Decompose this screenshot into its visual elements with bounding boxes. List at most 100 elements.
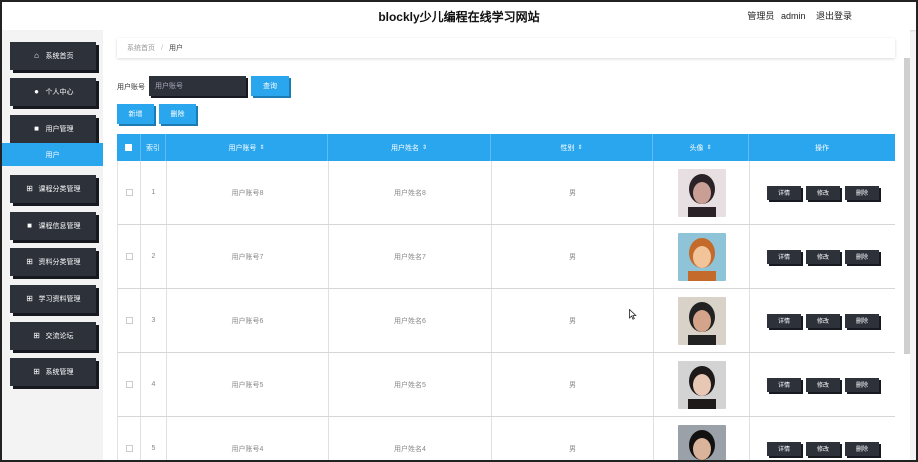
detail-button[interactable]: 详情 [767,377,801,392]
header-name[interactable]: 用户姓名 ⇕ [328,134,491,161]
avatar[interactable] [677,424,726,460]
row-name: 用户姓名7 [329,225,492,288]
row-checkbox[interactable] [125,381,133,388]
row-account-value: 用户账号4 [231,445,264,453]
edit-button[interactable]: 修改 [806,313,840,328]
sort-icon[interactable]: ⇕ [577,144,582,151]
row-checkbox[interactable] [125,253,133,260]
sidebar-item-material-category[interactable]: ⊞ 资料分类管理 [10,248,96,276]
delete-row-button[interactable]: 删除 [845,185,879,200]
row-select-cell[interactable] [118,289,141,352]
detail-button[interactable]: 详情 [767,185,801,200]
search-button[interactable]: 查询 [251,76,289,96]
grid-icon: ⊞ [33,331,40,340]
top-header: blockly少儿编程在线学习网站 管理员 admin 退出登录 [2,2,916,30]
row-account: 用户账号6 [167,289,329,352]
edit-button[interactable]: 修改 [806,377,840,392]
add-button[interactable]: 新增 [117,104,154,124]
row-index-value: 2 [151,253,156,260]
row-gender: 男 [492,353,654,416]
delete-row-button[interactable]: 删除 [845,441,879,456]
row-avatar-cell [654,225,750,288]
edit-button[interactable]: 修改 [806,249,840,264]
sort-icon[interactable]: ⇕ [422,144,427,151]
row-name-value: 用户姓名8 [394,189,426,197]
sidebar-item-label: 系统首页 [45,53,74,60]
row-checkbox[interactable] [125,445,133,452]
row-select-cell[interactable] [118,225,141,288]
sidebar-item-course-info[interactable]: ■ 课程信息管理 [10,212,96,240]
row-checkbox[interactable] [125,317,133,324]
row-checkbox[interactable] [125,189,133,196]
breadcrumb-separator: / [161,44,163,52]
sidebar-subitem-user[interactable]: 用户 [2,143,103,166]
sidebar: ⌂ 系统首页 ● 个人中心 ■ 用户管理 用户 ⊞ 课程分类管理 ■ 课程信息管… [2,30,103,460]
delete-button[interactable]: 删除 [159,104,196,124]
header-select-all[interactable] [117,134,141,161]
table-row: 5 用户账号4 用户姓名4 男 详情 修改 删除 [117,417,895,460]
sidebar-item-users[interactable]: ■ 用户管理 [10,115,96,143]
scrollbar[interactable] [904,58,910,354]
header-gender-label: 性别 [560,144,575,152]
search-input[interactable] [149,76,246,96]
row-index: 4 [141,353,167,416]
avatar[interactable] [677,232,726,281]
search-label: 用户账号 [117,84,145,91]
row-ops: 详情 修改 删除 [750,225,896,288]
detail-button[interactable]: 详情 [767,441,801,456]
row-name: 用户姓名5 [329,353,492,416]
delete-row-button[interactable]: 删除 [845,249,879,264]
row-select-cell[interactable] [118,353,141,416]
edit-button[interactable]: 修改 [806,185,840,200]
row-gender: 男 [492,161,654,224]
sidebar-item-label: 系统管理 [45,369,74,376]
sidebar-item-profile[interactable]: ● 个人中心 [10,78,96,106]
breadcrumb-home[interactable]: 系统首页 [127,43,155,53]
sidebar-item-forum[interactable]: ⊞ 交流论坛 [10,322,96,350]
select-all-checkbox[interactable] [125,144,132,151]
row-gender-value: 男 [569,189,576,197]
row-account-value: 用户账号5 [231,381,264,389]
delete-row-button[interactable]: 删除 [845,377,879,392]
header-index: 索引 [141,134,166,161]
row-account-value: 用户账号6 [231,317,264,325]
row-name-value: 用户姓名6 [394,317,426,325]
row-index-value: 5 [151,445,156,452]
sort-icon[interactable]: ⇕ [706,144,711,151]
sidebar-item-home[interactable]: ⌂ 系统首页 [10,42,96,70]
sidebar-item-label: 用户管理 [45,126,74,133]
header-name-label: 用户姓名 [390,144,419,152]
avatar[interactable] [677,296,726,345]
sidebar-item-system[interactable]: ⊞ 系统管理 [10,358,96,386]
row-select-cell[interactable] [118,417,141,460]
sidebar-item-label: 学习资料管理 [38,296,81,303]
row-account: 用户账号8 [167,161,329,224]
sort-icon[interactable]: ⇕ [259,144,264,151]
row-account: 用户账号5 [167,353,329,416]
row-gender-value: 男 [569,381,576,389]
header-avatar[interactable]: 头像 ⇕ [653,134,749,161]
row-avatar-cell [654,161,750,224]
clipboard-icon: ■ [27,221,32,230]
row-gender: 男 [492,225,654,288]
row-select-cell[interactable] [118,161,141,224]
sidebar-item-course-category[interactable]: ⊞ 课程分类管理 [10,175,96,203]
row-ops: 详情 修改 删除 [750,289,896,352]
delete-row-button[interactable]: 删除 [845,313,879,328]
detail-button[interactable]: 详情 [767,249,801,264]
avatar[interactable] [677,360,726,409]
grid-icon: ⊞ [26,184,33,193]
sidebar-item-study-material[interactable]: ⊞ 学习资料管理 [10,285,96,313]
header-account[interactable]: 用户账号 ⇕ [166,134,328,161]
grid-icon: ⊞ [26,294,33,303]
detail-button[interactable]: 详情 [767,313,801,328]
row-account-value: 用户账号7 [231,253,264,261]
header-user-area: 管理员 admin 退出登录 [743,9,852,22]
header-gender[interactable]: 性别 ⇕ [491,134,653,161]
edit-button[interactable]: 修改 [806,441,840,456]
logout-link[interactable]: 退出登录 [816,11,852,21]
row-avatar-cell [654,353,750,416]
row-name-value: 用户姓名4 [394,445,426,453]
user-icon: ● [34,87,39,96]
avatar[interactable] [677,168,726,217]
